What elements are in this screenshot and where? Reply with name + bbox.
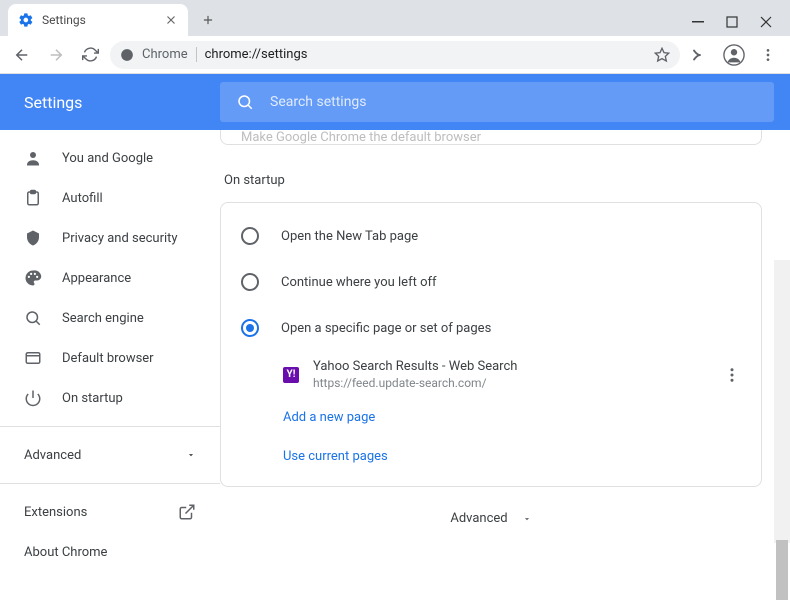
forward-button[interactable] <box>42 41 70 69</box>
omnibox-prefix: Chrome <box>142 47 197 62</box>
minimize-icon[interactable] <box>692 16 704 28</box>
sidebar-item-appearance[interactable]: Appearance <box>0 258 220 298</box>
extension-icon[interactable] <box>686 41 714 69</box>
sidebar-item-label: Default browser <box>62 351 154 366</box>
more-actions-icon[interactable] <box>723 366 741 384</box>
chevron-down-icon <box>186 450 196 460</box>
address-bar[interactable]: Chrome chrome://settings <box>110 41 680 69</box>
startup-card: Open the New Tab page Continue where you… <box>220 202 762 487</box>
sidebar-item-search-engine[interactable]: Search engine <box>0 298 220 338</box>
power-icon <box>24 389 42 407</box>
browser-tab[interactable]: Settings <box>8 4 188 36</box>
scrollbar-thumb[interactable] <box>776 540 788 600</box>
sidebar-item-label: Autofill <box>62 191 103 206</box>
reload-button[interactable] <box>76 41 104 69</box>
close-window-icon[interactable] <box>760 16 772 28</box>
page-title: Yahoo Search Results - Web Search <box>313 359 709 374</box>
use-current-pages-link[interactable]: Use current pages <box>221 437 761 476</box>
tab-title: Settings <box>42 13 86 27</box>
sidebar-item-label: Advanced <box>24 448 81 463</box>
yahoo-favicon: Y! <box>283 367 299 383</box>
add-new-page-link[interactable]: Add a new page <box>221 398 761 437</box>
sidebar-item-autofill[interactable]: Autofill <box>0 178 220 218</box>
sidebar-about[interactable]: About Chrome <box>0 532 220 572</box>
radio-new-tab[interactable]: Open the New Tab page <box>221 213 761 259</box>
profile-avatar[interactable] <box>720 41 748 69</box>
sidebar-item-label: Search engine <box>62 311 144 326</box>
shield-icon <box>24 229 42 247</box>
back-button[interactable] <box>8 41 36 69</box>
page-title: Settings <box>24 93 220 112</box>
radio-label: Continue where you left off <box>281 275 437 290</box>
startup-page-row: Y! Yahoo Search Results - Web Search htt… <box>221 351 761 398</box>
radio-label: Open the New Tab page <box>281 229 418 244</box>
divider <box>0 483 220 484</box>
omnibox-url: chrome://settings <box>205 47 308 62</box>
default-browser-card: Make Google Chrome the default browser <box>220 130 762 145</box>
close-icon[interactable] <box>164 13 178 27</box>
radio-icon <box>241 273 259 291</box>
divider <box>0 426 220 427</box>
sidebar-item-you-and-google[interactable]: You and Google <box>0 138 220 178</box>
new-tab-button[interactable] <box>194 6 222 34</box>
palette-icon <box>24 269 42 287</box>
sidebar-advanced[interactable]: Advanced <box>0 435 220 475</box>
sidebar-item-privacy[interactable]: Privacy and security <box>0 218 220 258</box>
sidebar-extensions[interactable]: Extensions <box>0 492 220 532</box>
radio-icon <box>241 319 259 337</box>
advanced-toggle[interactable]: Advanced <box>220 511 762 526</box>
person-icon <box>24 149 42 167</box>
page-url: https://feed.update-search.com/ <box>313 376 709 390</box>
open-in-new-icon <box>178 503 196 521</box>
search-icon <box>236 93 254 111</box>
chevron-down-icon <box>522 514 532 524</box>
clipboard-icon <box>24 189 42 207</box>
section-title: On startup <box>224 173 762 188</box>
sidebar-item-label: Appearance <box>62 271 131 286</box>
sidebar-item-label: About Chrome <box>24 545 107 560</box>
search-input[interactable] <box>270 94 758 110</box>
radio-label: Open a specific page or set of pages <box>281 321 491 336</box>
radio-specific-page[interactable]: Open a specific page or set of pages <box>221 305 761 351</box>
radio-continue[interactable]: Continue where you left off <box>221 259 761 305</box>
sidebar-item-on-startup[interactable]: On startup <box>0 378 220 418</box>
search-icon <box>24 309 42 327</box>
site-info-icon[interactable] <box>120 48 134 62</box>
browser-icon <box>24 349 42 367</box>
advanced-label: Advanced <box>450 511 507 526</box>
settings-search[interactable] <box>220 82 774 122</box>
gear-icon <box>18 12 34 28</box>
radio-icon <box>241 227 259 245</box>
sidebar-item-label: Privacy and security <box>62 231 178 246</box>
sidebar-item-label: Extensions <box>24 505 87 520</box>
maximize-icon[interactable] <box>726 16 738 28</box>
sidebar-item-label: On startup <box>62 391 123 406</box>
scrollbar[interactable] <box>774 260 790 543</box>
menu-kebab-icon[interactable] <box>754 41 782 69</box>
sidebar-item-default-browser[interactable]: Default browser <box>0 338 220 378</box>
sidebar-item-label: You and Google <box>62 151 153 166</box>
bookmark-star-icon[interactable] <box>654 47 670 63</box>
